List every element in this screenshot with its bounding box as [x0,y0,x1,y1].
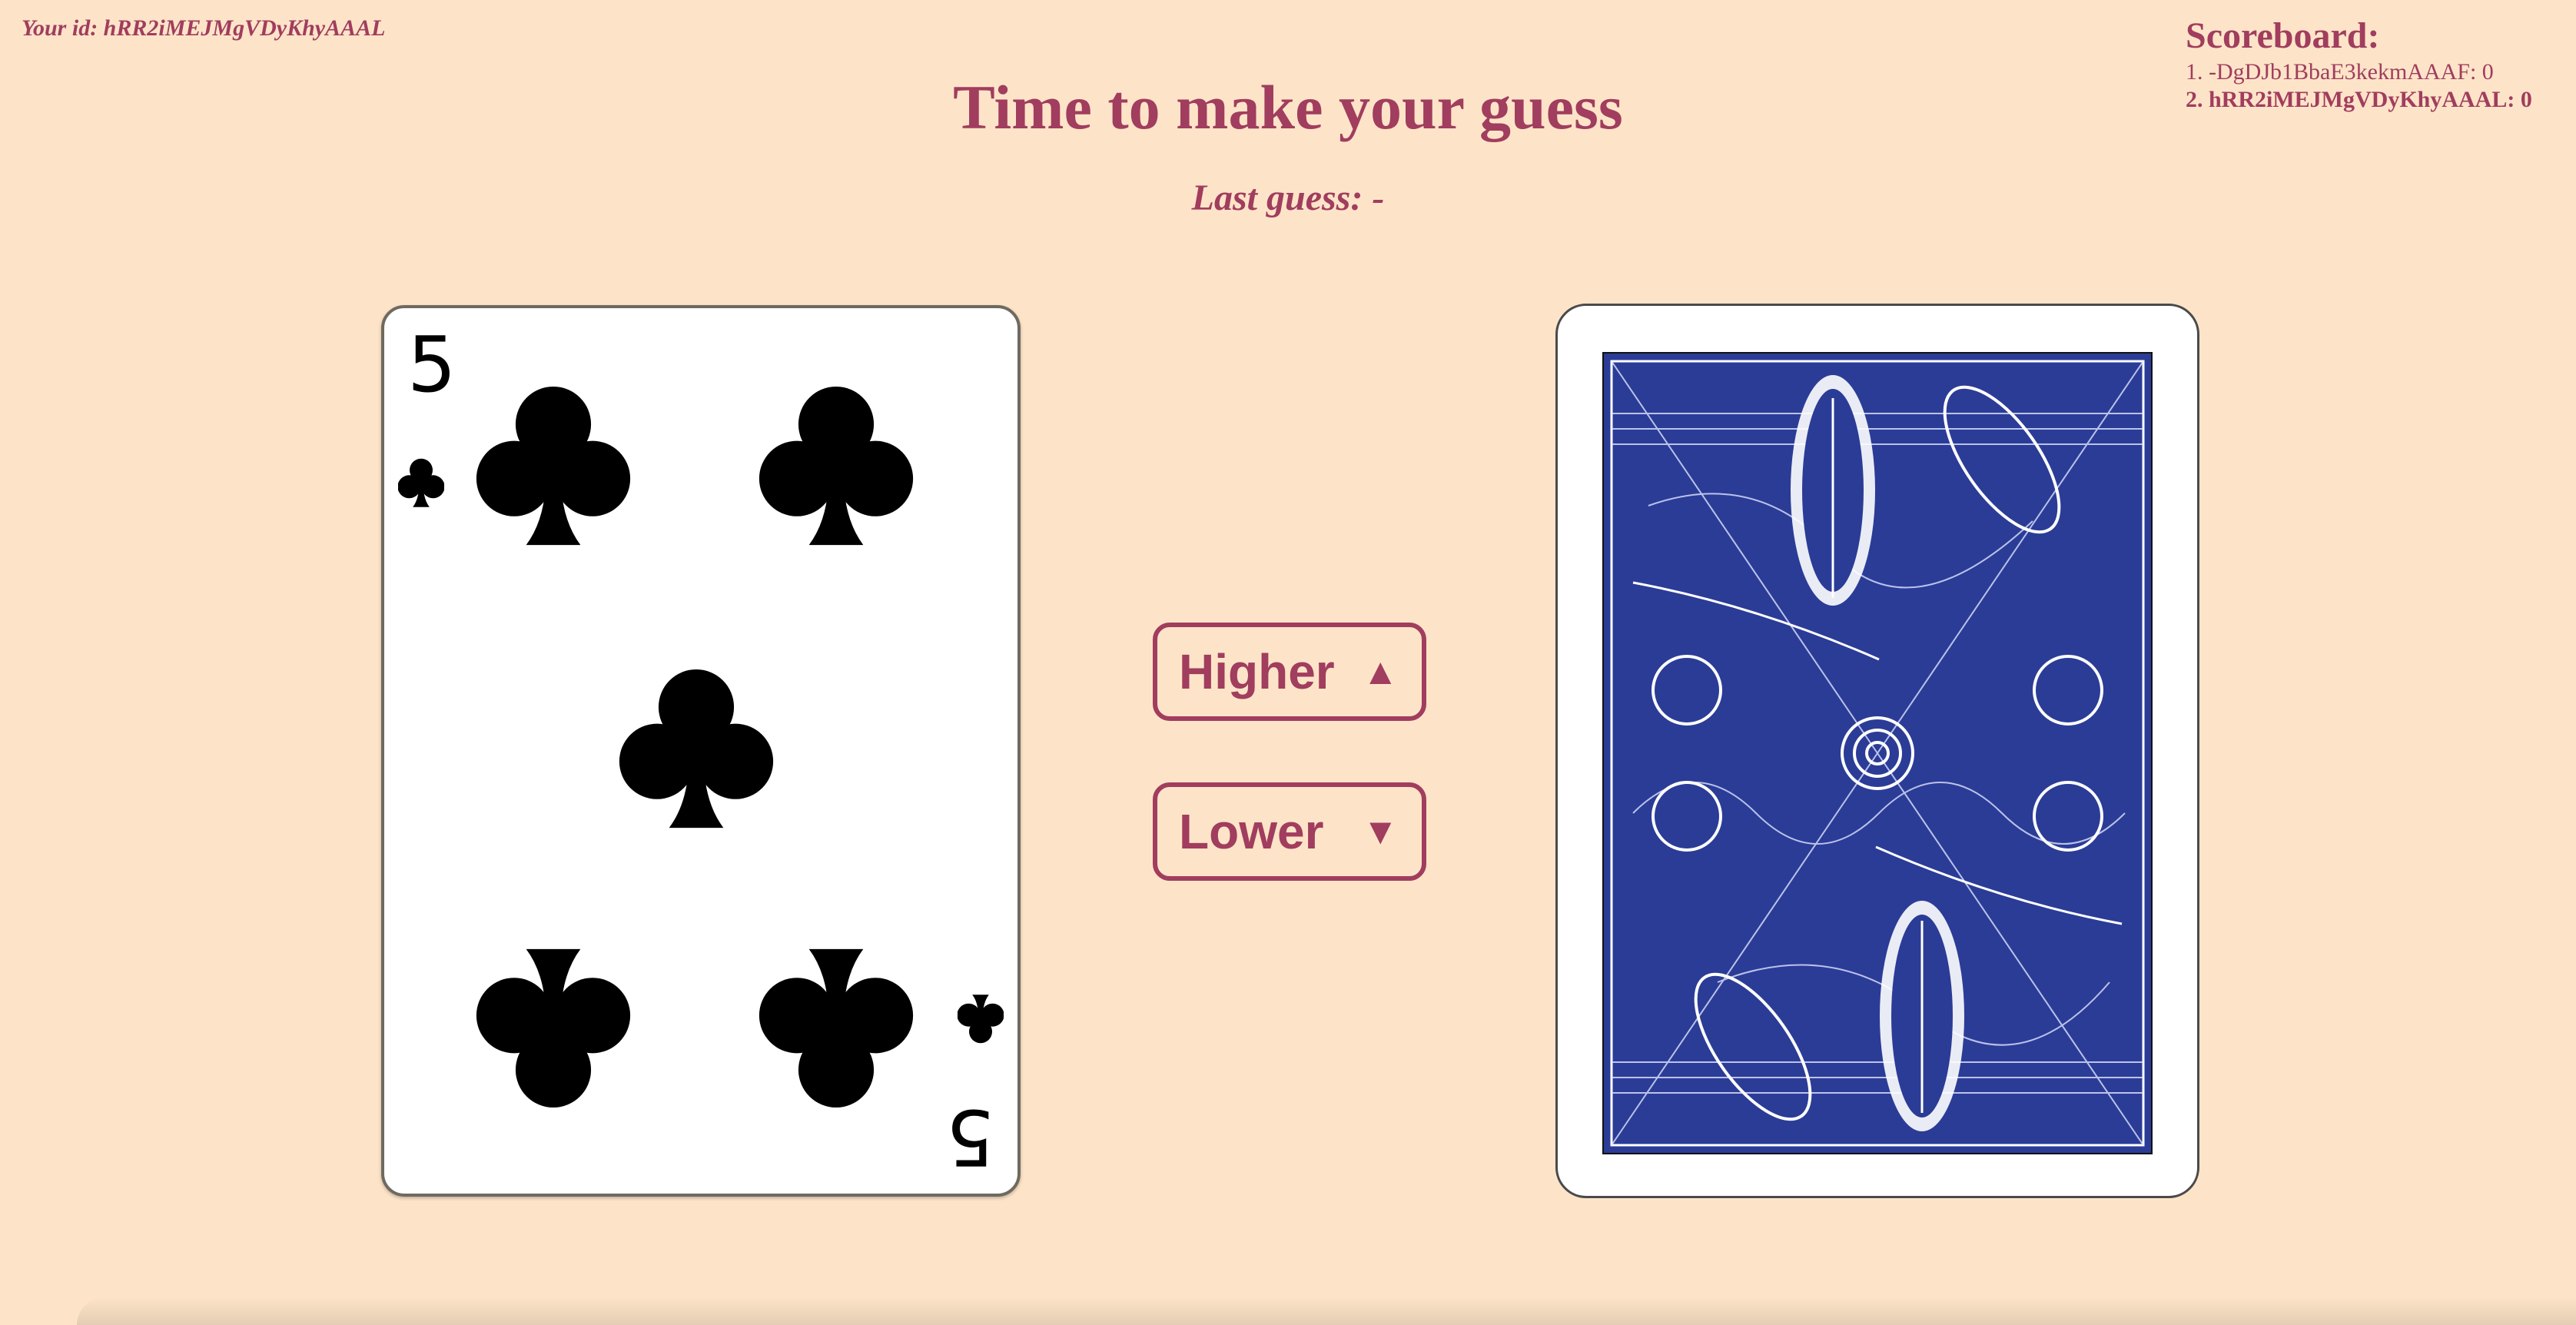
page-title: Time to make your guess [953,72,1623,142]
current-card: 5 5 [381,305,1021,1197]
next-card-back [1555,304,2199,1198]
arrow-down-icon: ▼ [1362,811,1399,852]
club-icon [476,948,631,1108]
card-rank-bottom: 5 [945,1092,994,1182]
club-icon [619,669,774,829]
bottom-shadow [77,1297,2576,1325]
club-icon [759,948,914,1108]
card-back-pattern [1602,352,2153,1154]
arrow-up-icon: ▲ [1362,651,1399,692]
last-guess: Last guess: - [1191,178,1385,218]
club-icon [958,995,1004,1044]
lower-button-label: Lower [1179,804,1324,859]
lower-button[interactable]: Lower ▼ [1153,782,1426,881]
card-rank-top: 5 [407,320,456,410]
club-icon [759,386,914,546]
higher-button[interactable]: Higher ▲ [1153,623,1426,721]
higher-button-label: Higher [1179,644,1335,699]
club-icon [398,458,444,507]
scoreboard-title: Scoreboard: [2186,15,2380,56]
club-icon [476,386,631,546]
user-id: Your id: hRR2iMEJMgVDyKhyAAAL [22,15,386,41]
